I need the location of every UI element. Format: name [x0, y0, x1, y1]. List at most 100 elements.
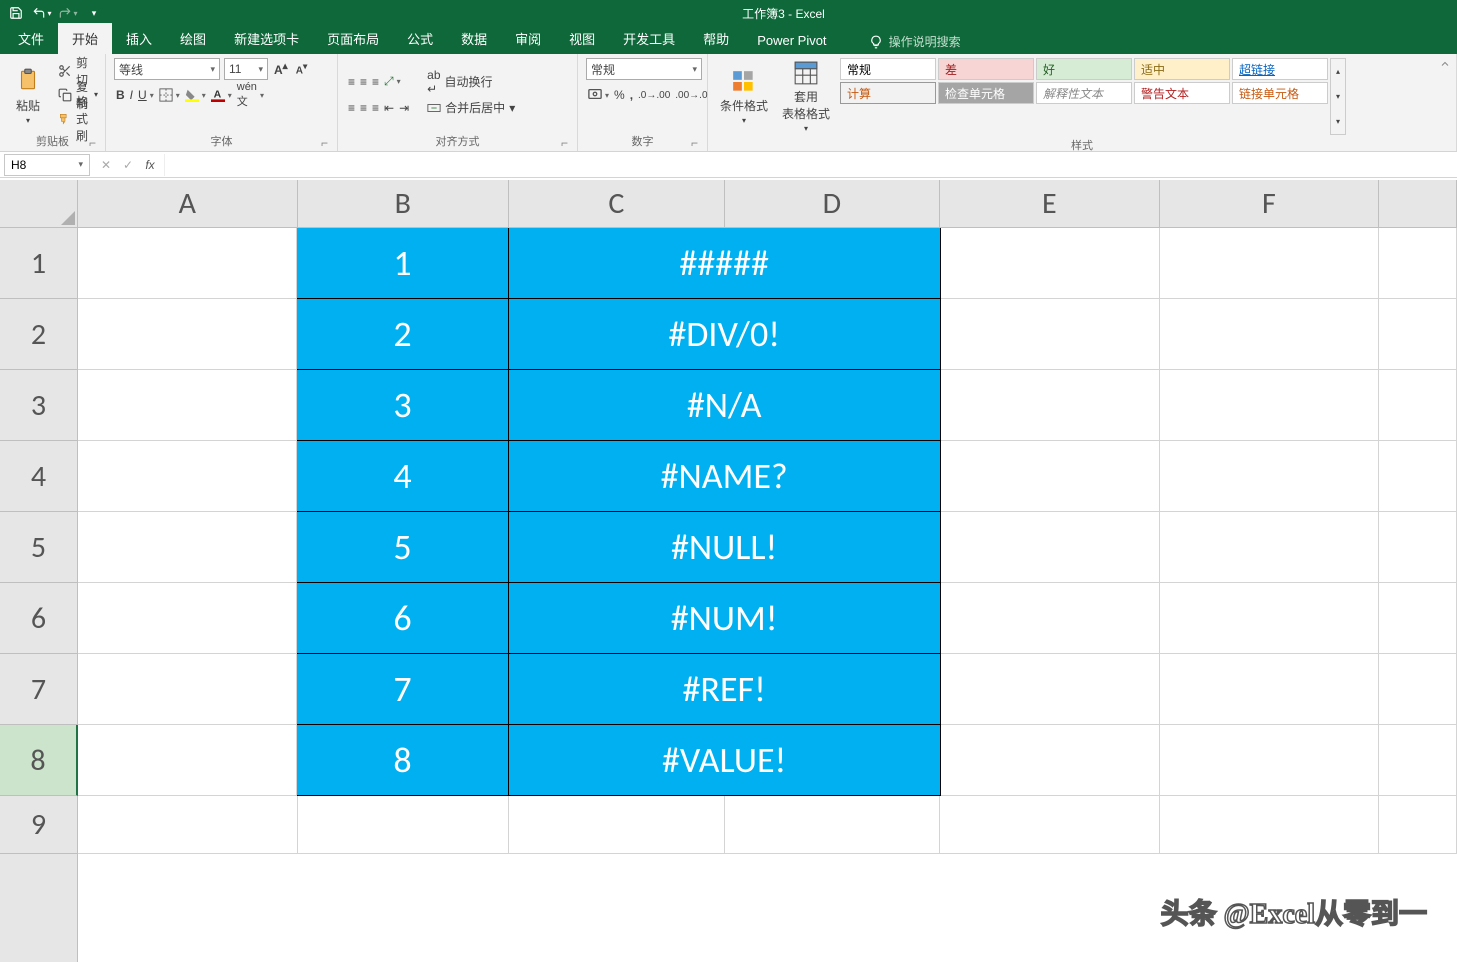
cell-C1[interactable]: ##### — [509, 228, 941, 299]
cell-E6[interactable] — [941, 583, 1160, 654]
cell-G6[interactable] — [1379, 583, 1457, 654]
name-box[interactable]: H8▾ — [4, 154, 90, 176]
row-header-3[interactable]: 3 — [0, 370, 77, 441]
font-color-button[interactable]: A▾ — [209, 84, 234, 106]
increase-indent-button[interactable]: ⇥ — [397, 97, 411, 119]
tab-page-layout[interactable]: 页面布局 — [313, 23, 393, 54]
cell-F7[interactable] — [1160, 654, 1379, 725]
col-header-G[interactable] — [1379, 180, 1457, 227]
align-bottom-button[interactable]: ≡ — [370, 71, 381, 93]
row-header-1[interactable]: 1 — [0, 228, 77, 299]
tab-developer[interactable]: 开发工具 — [609, 23, 689, 54]
cell-A3[interactable] — [78, 370, 297, 441]
tab-insert[interactable]: 插入 — [112, 23, 166, 54]
cell-A1[interactable] — [78, 228, 297, 299]
cell-G9[interactable] — [1379, 796, 1457, 854]
cancel-formula-button[interactable]: ✕ — [96, 155, 116, 175]
col-header-D[interactable]: D — [725, 180, 941, 227]
tab-review[interactable]: 审阅 — [501, 23, 555, 54]
merge-center-button[interactable]: 合并后居中▾ — [423, 97, 519, 119]
cell-C9[interactable] — [509, 796, 725, 854]
row-header-9[interactable]: 9 — [0, 796, 77, 854]
accounting-format-button[interactable]: ▾ — [586, 84, 611, 106]
row-header-5[interactable]: 5 — [0, 512, 77, 583]
cell-E1[interactable] — [941, 228, 1160, 299]
increase-decimal-button[interactable]: .0→.00 — [636, 84, 672, 106]
gallery-more-button[interactable]: ▾ — [1331, 109, 1345, 134]
cell-G4[interactable] — [1379, 441, 1457, 512]
cell-B9[interactable] — [298, 796, 510, 854]
style-hyperlink[interactable]: 超链接 — [1232, 58, 1328, 80]
cell-G3[interactable] — [1379, 370, 1457, 441]
align-right-button[interactable]: ≡ — [370, 97, 381, 119]
col-header-C[interactable]: C — [509, 180, 725, 227]
tab-new[interactable]: 新建选项卡 — [220, 23, 313, 54]
cell-F9[interactable] — [1160, 796, 1380, 854]
formula-input[interactable] — [164, 154, 1457, 176]
tell-me-search[interactable]: 操作说明搜索 — [861, 29, 969, 54]
align-left-button[interactable]: ≡ — [346, 97, 357, 119]
cell-C5[interactable]: #NULL! — [509, 512, 941, 583]
cell-F6[interactable] — [1160, 583, 1379, 654]
wrap-text-button[interactable]: ab↵自动换行 — [423, 71, 519, 93]
increase-font-button[interactable]: A▴ — [272, 58, 290, 80]
cell-A9[interactable] — [78, 796, 298, 854]
gallery-up-button[interactable]: ▴ — [1331, 59, 1345, 84]
style-neutral[interactable]: 适中 — [1134, 58, 1230, 80]
font-size-combo[interactable]: 11▾ — [224, 58, 268, 80]
cell-G5[interactable] — [1379, 512, 1457, 583]
row-header-4[interactable]: 4 — [0, 441, 77, 512]
cell-E4[interactable] — [941, 441, 1160, 512]
tab-file[interactable]: 文件 — [4, 23, 58, 54]
tab-powerpivot[interactable]: Power Pivot — [743, 27, 840, 54]
cell-F2[interactable] — [1160, 299, 1379, 370]
gallery-down-button[interactable]: ▾ — [1331, 84, 1345, 109]
cell-B3[interactable]: 3 — [297, 370, 508, 441]
tab-home[interactable]: 开始 — [58, 23, 112, 54]
cell-G7[interactable] — [1379, 654, 1457, 725]
cell-E9[interactable] — [940, 796, 1160, 854]
row-header-2[interactable]: 2 — [0, 299, 77, 370]
redo-button[interactable]: ▾ — [56, 2, 80, 24]
comma-button[interactable]: , — [628, 84, 635, 106]
insert-function-button[interactable]: fx — [140, 155, 160, 175]
style-linked-cell[interactable]: 链接单元格 — [1232, 82, 1328, 104]
row-header-7[interactable]: 7 — [0, 654, 77, 725]
select-all-corner[interactable] — [0, 180, 78, 228]
cell-D9[interactable] — [725, 796, 941, 854]
cell-A4[interactable] — [78, 441, 297, 512]
clipboard-dialog-launcher[interactable]: ⌐ — [89, 136, 101, 148]
save-button[interactable] — [4, 2, 28, 24]
cell-C4[interactable]: #NAME? — [509, 441, 941, 512]
cell-A2[interactable] — [78, 299, 297, 370]
style-calculation[interactable]: 计算 — [840, 82, 936, 104]
col-header-B[interactable]: B — [298, 180, 510, 227]
cell-A5[interactable] — [78, 512, 297, 583]
cell-F5[interactable] — [1160, 512, 1379, 583]
bold-button[interactable]: B — [114, 84, 127, 106]
cell-F1[interactable] — [1160, 228, 1379, 299]
decrease-indent-button[interactable]: ⇤ — [382, 97, 396, 119]
row-header-8[interactable]: 8 — [0, 725, 78, 796]
col-header-E[interactable]: E — [940, 180, 1160, 227]
orientation-button[interactable]: ⤢▾ — [382, 71, 403, 93]
align-top-button[interactable]: ≡ — [346, 71, 357, 93]
style-good[interactable]: 好 — [1036, 58, 1132, 80]
cell-F4[interactable] — [1160, 441, 1379, 512]
border-button[interactable]: ▾ — [157, 84, 182, 106]
enter-formula-button[interactable]: ✓ — [118, 155, 138, 175]
cell-C2[interactable]: #DIV/0! — [509, 299, 941, 370]
tab-view[interactable]: 视图 — [555, 23, 609, 54]
phonetic-button[interactable]: wén文▾ — [235, 84, 266, 106]
percent-button[interactable]: % — [612, 84, 627, 106]
paste-button[interactable]: 粘贴 ▾ — [8, 58, 48, 131]
cell-A7[interactable] — [78, 654, 297, 725]
style-check-cell[interactable]: 检查单元格 — [938, 82, 1034, 104]
italic-button[interactable]: I — [128, 84, 135, 106]
style-warning[interactable]: 警告文本 — [1134, 82, 1230, 104]
cell-C8[interactable]: #VALUE! — [509, 725, 941, 796]
row-header-6[interactable]: 6 — [0, 583, 77, 654]
decrease-decimal-button[interactable]: .00→.0 — [673, 84, 709, 106]
cell-E8[interactable] — [941, 725, 1160, 796]
align-middle-button[interactable]: ≡ — [358, 71, 369, 93]
